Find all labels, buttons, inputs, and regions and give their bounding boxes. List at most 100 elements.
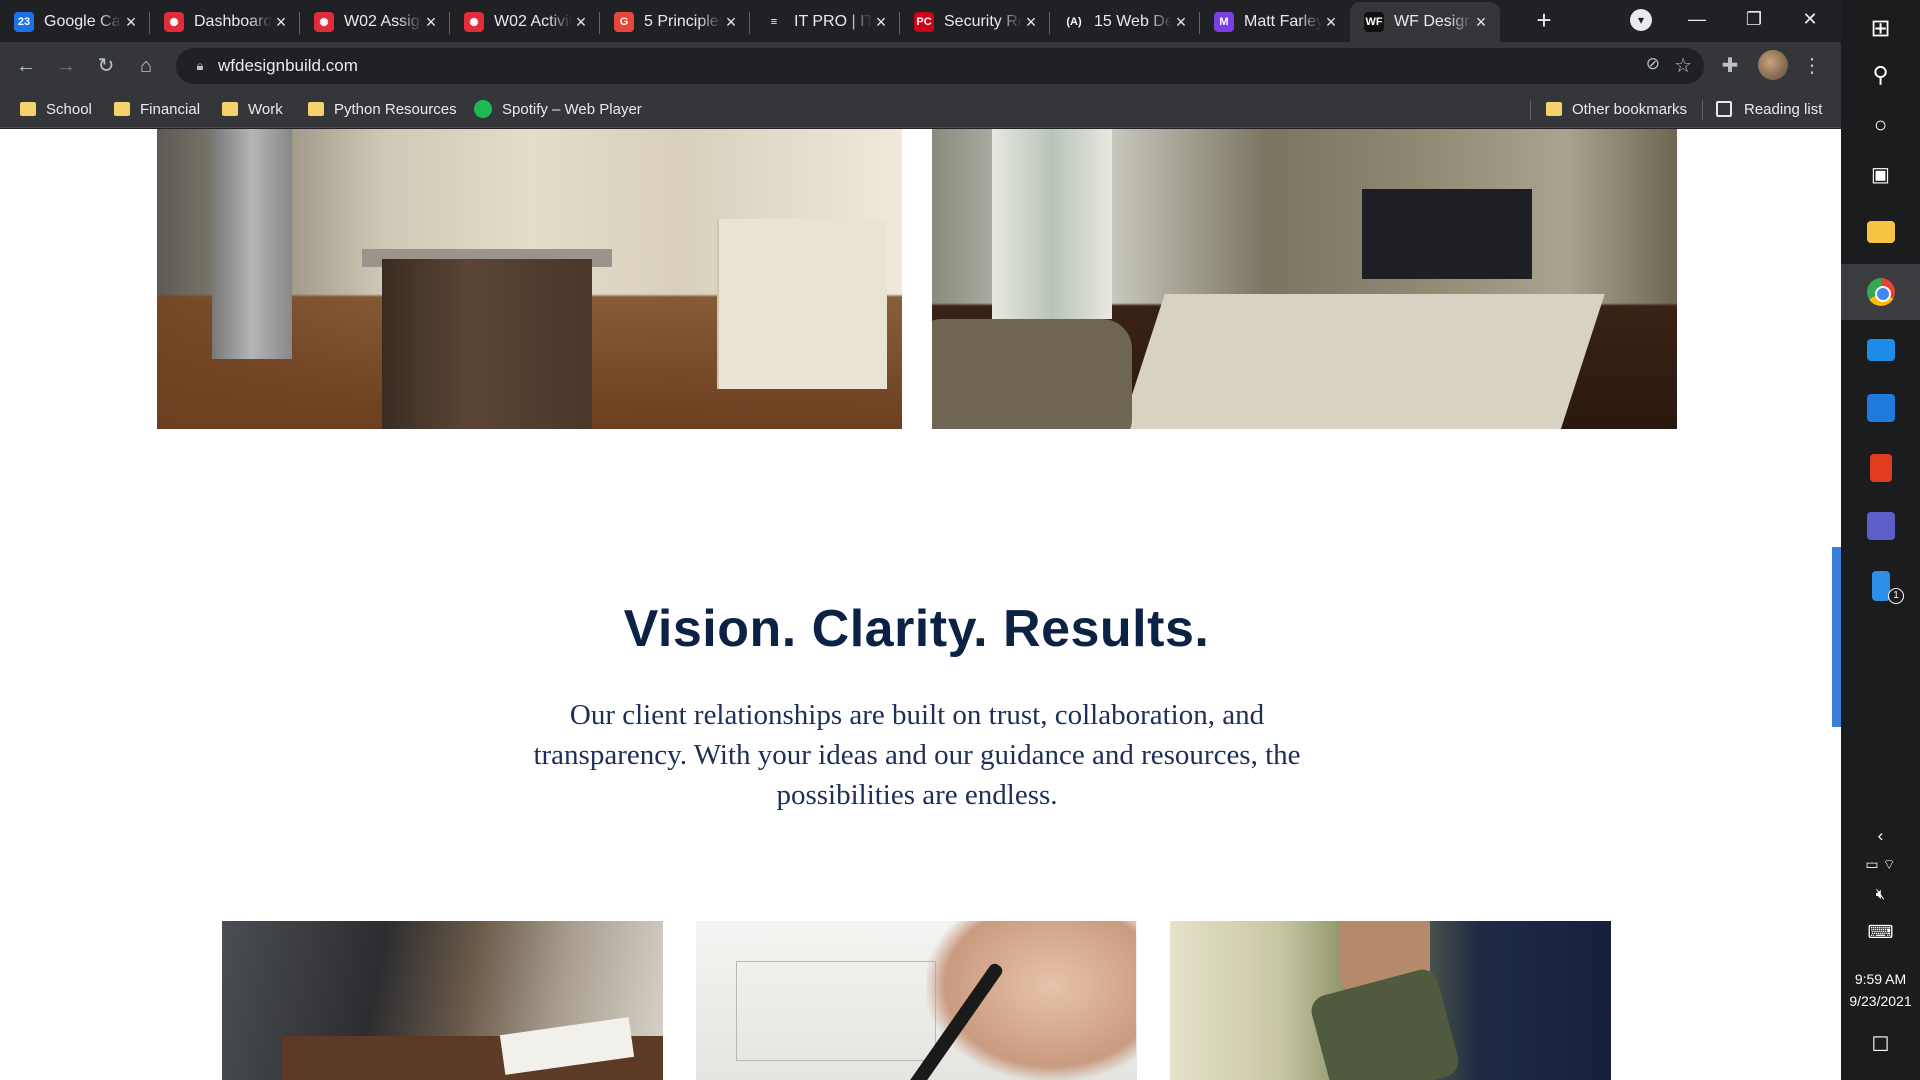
tab-title: 15 Web Design (1094, 13, 1172, 30)
phone-link-icon[interactable]: 1 (1841, 558, 1920, 614)
bookmark-label: School (46, 100, 92, 118)
browser-tab[interactable]: WF WF Design Build× (1350, 2, 1500, 42)
tab-strip: 23Google Calendar×✺Dashboard×✺W02 Assign… (0, 0, 1841, 42)
bookmark-work[interactable]: Work (222, 98, 283, 120)
lock-icon[interactable]: 🔒︎ (190, 56, 210, 76)
bookmark-school[interactable]: School (20, 98, 92, 120)
bookmarks-divider (1702, 100, 1703, 120)
close-window-icon[interactable]: ✕ (1781, 0, 1839, 40)
address-bar[interactable]: 🔒︎ wfdesignbuild.com ⊘ ☆ (176, 48, 1704, 84)
close-tab-icon[interactable]: × (272, 12, 290, 33)
forward-arrow-icon[interactable]: → (50, 50, 82, 82)
chrome-taskbar-icon[interactable] (1841, 264, 1920, 320)
back-arrow-icon[interactable]: ← (10, 50, 42, 82)
tab-search-icon[interactable]: ▾ (1630, 9, 1652, 31)
reading-list[interactable]: Reading list (1716, 98, 1822, 120)
restore-icon[interactable]: ❐ (1725, 0, 1783, 40)
profile-avatar[interactable] (1758, 50, 1788, 80)
browser-tab[interactable]: ✺ Dashboard × (150, 2, 300, 42)
home-icon[interactable]: ⌂ (130, 50, 162, 82)
eye-slash-icon[interactable]: ⊘ (1646, 54, 1660, 74)
other-bookmarks-label: Other bookmarks (1572, 100, 1688, 118)
bookmark-label: Work (248, 100, 283, 118)
island-shape (382, 259, 592, 429)
m-icon: M (1214, 12, 1234, 32)
folder-icon (222, 102, 238, 116)
close-tab-icon[interactable]: × (1322, 12, 1340, 33)
cortana-icon[interactable]: ○ (1841, 97, 1920, 153)
task-view-icon[interactable]: ▣ (1841, 146, 1920, 202)
browser-tab[interactable]: ✺ W02 Activity× (450, 2, 600, 42)
blueprint-shape (736, 961, 936, 1061)
folder-icon (1546, 102, 1562, 116)
browser-tab[interactable]: G 5 Principles × (600, 2, 750, 42)
reload-icon[interactable]: ↻ (90, 50, 122, 82)
spotify-icon (474, 100, 492, 118)
sofa-shape (932, 319, 1132, 429)
folder-icon (308, 102, 324, 116)
page-scrollbar[interactable] (1832, 547, 1841, 727)
close-tab-icon[interactable]: × (1172, 12, 1190, 33)
browser-tab[interactable]: PC Security Review× (900, 2, 1050, 42)
file-explorer-icon[interactable] (1841, 204, 1920, 260)
teams-icon[interactable] (1841, 498, 1920, 554)
bookmarks-bar: School Financial Work Python Resources S… (0, 90, 1841, 128)
tab-title: 5 Principles (644, 13, 722, 30)
bookmarks-divider (1530, 100, 1531, 120)
star-icon[interactable]: ☆ (1674, 53, 1692, 78)
browser-tab[interactable]: ≡ IT PRO | IT × (750, 2, 900, 42)
browser-tab[interactable]: (A) 15 Web Design× (1050, 2, 1200, 42)
close-tab-icon[interactable]: × (1022, 12, 1040, 33)
close-tab-icon[interactable]: × (422, 12, 440, 33)
new-tab-button[interactable]: + (1530, 6, 1558, 34)
close-tab-icon[interactable]: × (122, 12, 140, 33)
bookmark-spotify[interactable]: Spotify – Web Player (474, 98, 642, 120)
pc-icon: PC (914, 12, 934, 32)
folder-icon (114, 102, 130, 116)
search-icon[interactable]: ⚲ (1841, 47, 1920, 103)
bookmark-python-resources[interactable]: Python Resources (308, 98, 457, 120)
tab-title: WF Design Build (1394, 13, 1472, 30)
system-clock[interactable]: 9:59 AM 9/23/2021 (1841, 968, 1920, 1012)
close-tab-icon[interactable]: × (722, 12, 740, 33)
tab-title: IT PRO | IT (794, 13, 872, 30)
keyboard-icon[interactable]: ⌨ (1841, 922, 1920, 943)
canvas-icon: ✺ (464, 12, 484, 32)
browser-tab[interactable]: 23 Google Calendar× (0, 2, 150, 42)
tab-title: Security Review (944, 13, 1022, 30)
construction-photo (1170, 921, 1611, 1080)
cabinet-shape (717, 219, 887, 389)
fridge-shape (212, 129, 292, 359)
bookmark-financial[interactable]: Financial (114, 98, 200, 120)
action-center-icon[interactable]: ☐ (1841, 1032, 1920, 1057)
section-headline: Vision. Clarity. Results. (623, 600, 1210, 658)
tab-title: W02 Assignment (344, 13, 422, 30)
url-text[interactable]: wfdesignbuild.com (218, 56, 358, 76)
hand-shape (926, 921, 1136, 1080)
chevron-left-icon[interactable]: ‹ (1841, 826, 1920, 846)
browser-tab[interactable]: M Matt Farley × (1200, 2, 1350, 42)
living-room-photo (932, 129, 1677, 429)
minimize-icon[interactable]: — (1668, 0, 1726, 40)
mail-icon[interactable] (1841, 322, 1920, 378)
calendar-icon[interactable] (1841, 380, 1920, 436)
volume-muted-icon[interactable]: 🔇︎ (1841, 886, 1920, 903)
google-calendar-icon: 23 (14, 12, 34, 32)
bookmark-label: Python Resources (334, 100, 457, 118)
bookmark-label: Financial (140, 100, 201, 118)
browser-tab[interactable]: ✺ W02 Assignment× (300, 2, 450, 42)
tab-title: W02 Activity (494, 13, 572, 30)
menu-dots-icon[interactable]: ⋮ (1796, 50, 1828, 82)
close-tab-icon[interactable]: × (872, 12, 890, 33)
browser-toolbar: ← → ↻ ⌂ 🔒︎ wfdesignbuild.com ⊘ ☆ ✚ ⋮ (0, 42, 1841, 90)
battery-wifi-icons[interactable]: ▭ ⌔ (1841, 856, 1920, 874)
close-tab-icon[interactable]: × (1472, 12, 1490, 33)
itpro-icon: ≡ (764, 12, 784, 32)
clock-time: 9:59 AM (1854, 971, 1907, 987)
close-tab-icon[interactable]: × (572, 12, 590, 33)
office-icon[interactable] (1841, 440, 1920, 496)
other-bookmarks[interactable]: Other bookmarks (1546, 98, 1687, 120)
extensions-icon[interactable]: ✚ (1714, 50, 1746, 82)
rug-shape (1119, 294, 1605, 429)
notification-badge: 1 (1888, 588, 1904, 604)
